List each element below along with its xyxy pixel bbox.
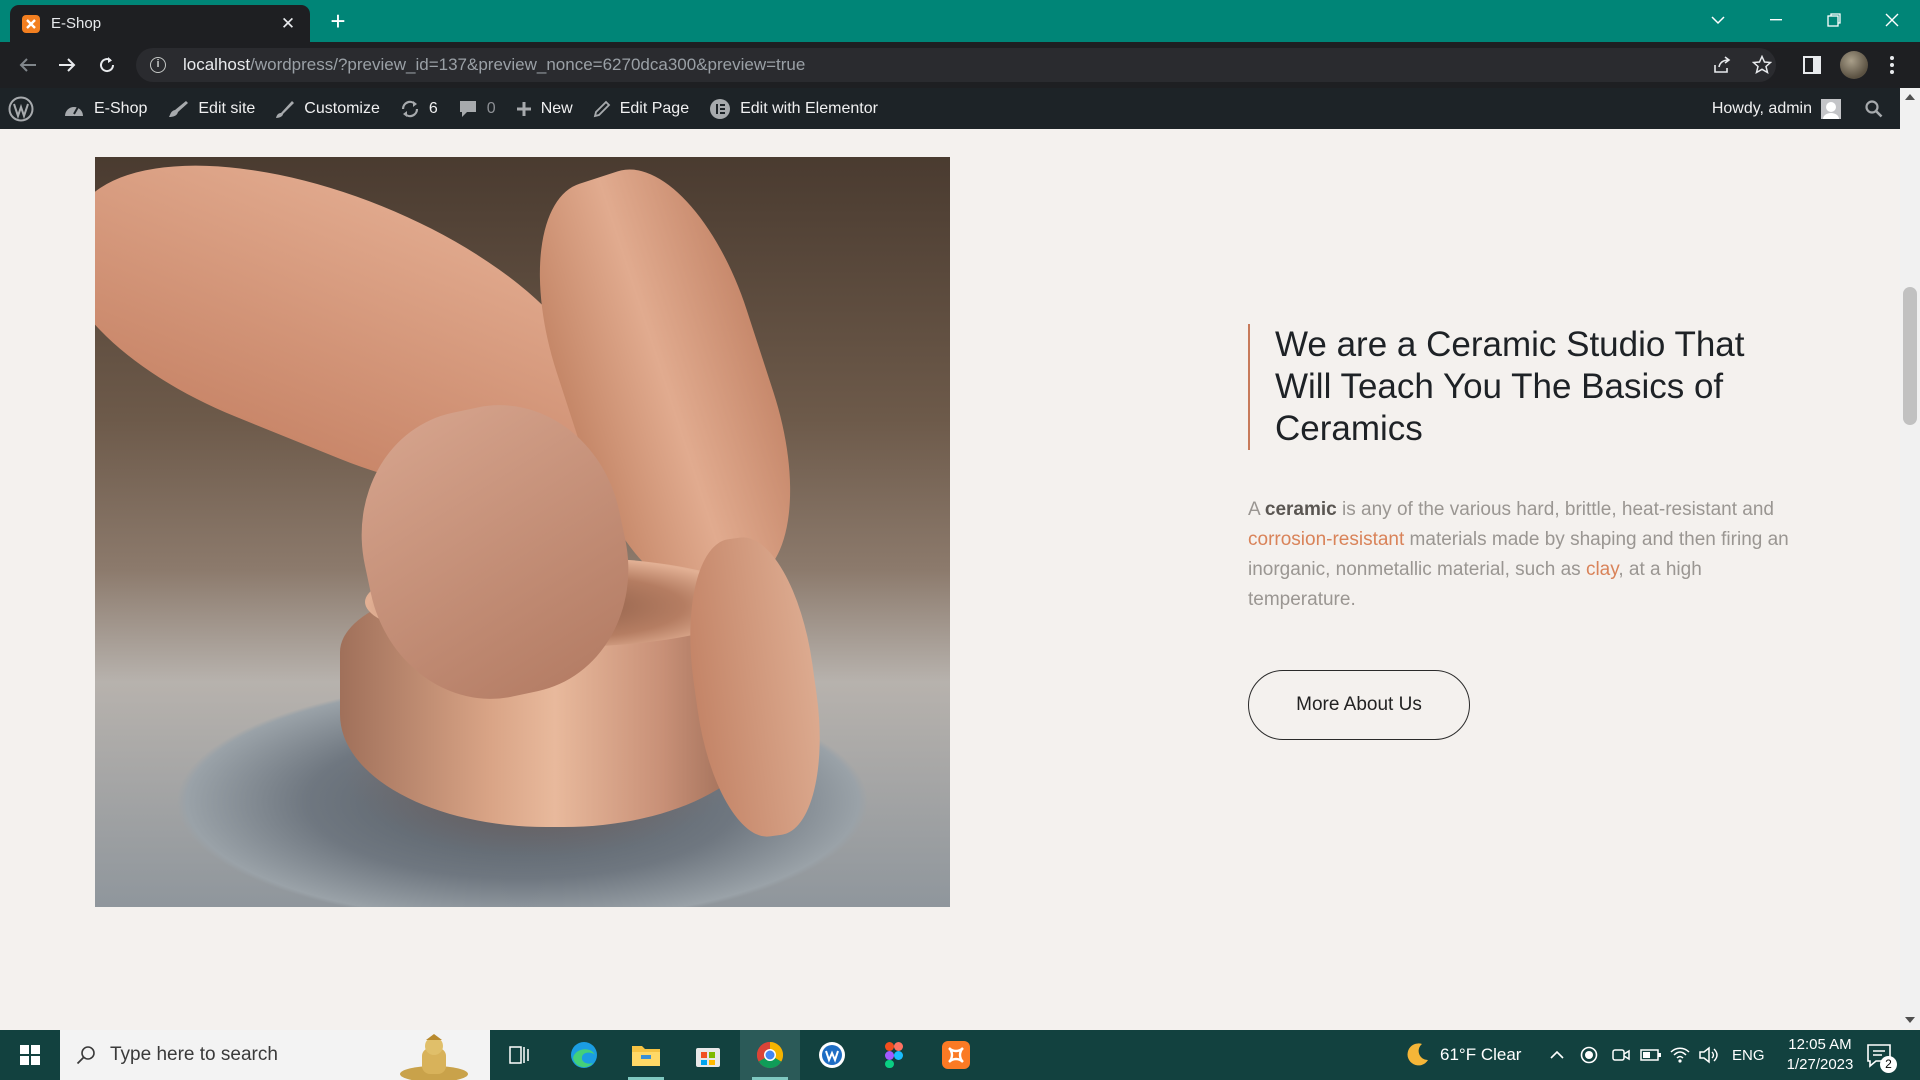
side-panel-icon[interactable] xyxy=(1797,50,1827,80)
body-text-1: A xyxy=(1248,499,1265,520)
pencil-icon xyxy=(593,100,610,117)
new-tab-button[interactable]: + xyxy=(322,7,354,37)
dashboard-gauge-icon xyxy=(65,106,83,116)
clock-time: 12:05 AM xyxy=(1788,1036,1852,1053)
xampp-favicon-icon xyxy=(22,14,40,33)
forward-arrow-icon[interactable] xyxy=(51,49,83,81)
site-info-icon[interactable]: i xyxy=(150,57,166,73)
microsoft-store-icon[interactable] xyxy=(678,1030,738,1080)
edit-site-label: Edit site xyxy=(198,99,256,117)
clock-date: 1/27/2023 xyxy=(1786,1056,1854,1073)
minimize-button[interactable] xyxy=(1748,0,1804,40)
chrome-taskbar-icon[interactable] xyxy=(740,1030,800,1080)
page-content: We are a Ceramic Studio That Will Teach … xyxy=(0,129,1900,1029)
wp-updates[interactable]: 6 xyxy=(390,88,448,129)
tab-close-icon[interactable]: ✕ xyxy=(278,14,298,34)
edit-elementor-label: Edit with Elementor xyxy=(740,99,878,117)
xampp-icon[interactable] xyxy=(926,1030,986,1080)
wifi-icon[interactable] xyxy=(1670,1030,1690,1080)
howdy-label: Howdy, admin xyxy=(1711,99,1812,117)
profile-avatar[interactable] xyxy=(1840,51,1868,79)
meet-now-icon[interactable] xyxy=(1612,1030,1630,1080)
edge-browser-icon[interactable] xyxy=(554,1030,614,1080)
updates-refresh-icon xyxy=(401,100,418,117)
wp-admin-bar: E-Shop Edit site Customize 6 0 New Edit … xyxy=(0,88,1920,129)
pottery-hero-image xyxy=(95,157,950,907)
windows-start-icon[interactable] xyxy=(0,1030,60,1080)
wp-site-name[interactable]: E-Shop xyxy=(53,88,157,129)
scroll-down-arrow-icon[interactable] xyxy=(1905,1017,1915,1023)
wp-customize[interactable]: Customize xyxy=(265,88,390,129)
page-scrollbar[interactable] xyxy=(1900,88,1920,1029)
windows-taskbar: Type here to search 61°F Clear ENG 12:05… xyxy=(0,1030,1920,1080)
wp-edit-elementor[interactable]: Edit with Elementor xyxy=(699,88,888,129)
wp-new[interactable]: New xyxy=(506,88,583,129)
edit-site-brush-icon xyxy=(169,100,189,117)
more-about-us-button[interactable]: More About Us xyxy=(1248,670,1470,740)
about-heading: We are a Ceramic Studio That Will Teach … xyxy=(1275,325,1745,448)
browser-toolbar: i localhost/wordpress/?preview_id=137&pr… xyxy=(0,42,1920,88)
elementor-icon xyxy=(710,98,731,119)
taskbar-search-box[interactable]: Type here to search xyxy=(60,1030,490,1080)
search-icon xyxy=(76,1046,95,1065)
comment-bubble-icon xyxy=(459,100,476,117)
about-paragraph: A ceramic is any of the various hard, br… xyxy=(1248,495,1808,615)
figma-icon[interactable] xyxy=(864,1030,924,1080)
share-icon[interactable] xyxy=(1707,50,1737,80)
edit-page-label: Edit Page xyxy=(619,99,690,117)
new-label: New xyxy=(540,99,573,117)
customize-brush-icon xyxy=(276,100,295,118)
wordpress-logo-icon[interactable] xyxy=(0,88,53,129)
url-path: /wordpress/?preview_id=137&preview_nonce… xyxy=(250,55,806,74)
address-bar[interactable]: i localhost/wordpress/?preview_id=137&pr… xyxy=(136,48,1776,82)
battery-icon[interactable] xyxy=(1640,1030,1662,1080)
body-text-2: is any of the various hard, brittle, hea… xyxy=(1336,499,1774,520)
file-explorer-icon[interactable] xyxy=(616,1030,676,1080)
volume-icon[interactable] xyxy=(1698,1030,1718,1080)
wp-my-account[interactable]: Howdy, admin xyxy=(1702,88,1851,129)
reload-icon[interactable] xyxy=(91,49,123,81)
task-view-icon[interactable] xyxy=(490,1030,550,1080)
chrome-menu-icon[interactable] xyxy=(1877,50,1907,80)
heading-accent-border: We are a Ceramic Studio That Will Teach … xyxy=(1248,324,1788,450)
clay-link[interactable]: clay xyxy=(1586,559,1618,580)
system-clock[interactable]: 12:05 AM 1/27/2023 xyxy=(1770,1035,1870,1075)
url-host: localhost xyxy=(183,55,251,74)
wp-edit-page[interactable]: Edit Page xyxy=(583,88,699,129)
search-highlight-illustration-icon xyxy=(400,1034,468,1080)
site-name-label: E-Shop xyxy=(94,99,148,117)
wp-comments[interactable]: 0 xyxy=(448,88,506,129)
language-indicator[interactable]: ENG xyxy=(1732,1030,1765,1080)
comments-count: 0 xyxy=(486,99,496,117)
body-bold-ceramic: ceramic xyxy=(1264,499,1337,520)
weather-text: 61°F Clear xyxy=(1440,1045,1522,1064)
restore-button[interactable] xyxy=(1806,0,1862,40)
show-hidden-icons-chevron-icon[interactable] xyxy=(1550,1030,1564,1080)
admin-avatar xyxy=(1821,98,1841,119)
record-icon[interactable] xyxy=(1580,1030,1598,1080)
customize-label: Customize xyxy=(304,99,380,117)
browser-tab-active[interactable]: E-Shop ✕ xyxy=(10,5,310,42)
wordpress-app-icon[interactable] xyxy=(802,1030,862,1080)
bookmark-star-icon[interactable] xyxy=(1747,50,1777,80)
tab-title: E-Shop xyxy=(51,15,102,32)
browser-tab-strip: E-Shop ✕ + xyxy=(0,0,1920,42)
weather-widget[interactable]: 61°F Clear xyxy=(1404,1030,1521,1080)
wp-edit-site[interactable]: Edit site xyxy=(157,88,265,129)
updates-count: 6 xyxy=(428,99,438,117)
scrollbar-thumb[interactable] xyxy=(1903,287,1917,425)
search-placeholder: Type here to search xyxy=(110,1044,278,1065)
plus-icon xyxy=(516,101,531,116)
close-window-button[interactable] xyxy=(1864,0,1920,40)
corrosion-resistant-link[interactable]: corrosion-resistant xyxy=(1248,529,1404,550)
scroll-up-arrow-icon[interactable] xyxy=(1905,94,1915,100)
notification-count-badge: 2 xyxy=(1880,1056,1897,1073)
moon-weather-icon xyxy=(1407,1043,1428,1066)
back-arrow-icon[interactable] xyxy=(12,49,44,81)
tab-search-chevron-icon[interactable] xyxy=(1690,0,1746,40)
